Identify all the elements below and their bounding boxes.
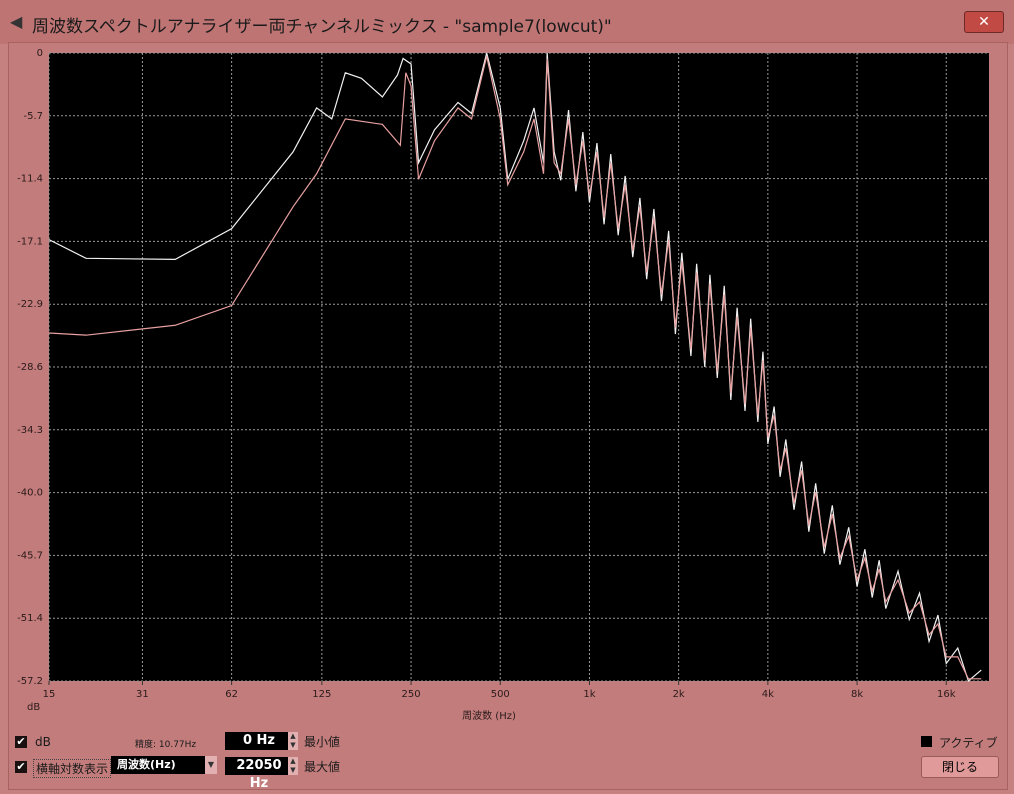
min-value-spinner[interactable]: ▲ ▼ <box>288 732 298 750</box>
x-tick-label: 16k <box>937 689 956 700</box>
db-checkbox-label: dB <box>35 735 51 749</box>
min-value-label: 最小値 <box>304 735 341 749</box>
window-client: 15 31 62 125 250 500 1k 2k 4k 8k 16k 0 -5.7 -11.4 -17.… <box>8 42 1008 791</box>
active-checkbox[interactable] <box>921 736 932 747</box>
x-tick-label: 250 <box>402 689 421 700</box>
min-value-input[interactable]: 0 Hz <box>225 732 293 750</box>
x-tick-label: 31 <box>136 689 149 700</box>
y-axis-label: dB <box>27 702 40 713</box>
x-tick-label: 1k <box>583 689 595 700</box>
db-checkbox[interactable]: ✔ <box>15 736 27 748</box>
max-value-input[interactable]: 22050 Hz <box>225 757 293 791</box>
y-tick-label: -5.7 <box>23 111 43 122</box>
x-tick-label: 125 <box>312 689 331 700</box>
x-tick-label: 62 <box>225 689 238 700</box>
close-window-button[interactable]: ✕ <box>964 11 1004 33</box>
x-tick-label: 500 <box>491 689 510 700</box>
app-icon: ◀ <box>10 12 23 31</box>
x-tick-label: 2k <box>673 689 685 700</box>
precision-label: 精度: 10.77Hz <box>135 740 197 750</box>
y-tick-label: -40.0 <box>17 488 43 499</box>
chevron-down-icon[interactable]: ▼ <box>205 756 217 774</box>
title-bar: ◀ 周波数スペクトルアナライザー両チャンネルミックス - "sample7(lo… <box>0 0 1014 44</box>
y-tick-label: 0 <box>37 48 43 59</box>
active-label: アクティブ <box>939 736 998 750</box>
window-title: 周波数スペクトルアナライザー両チャンネルミックス - "sample7(lowc… <box>32 17 612 37</box>
x-tick-label: 8k <box>851 689 863 700</box>
x-tick-label: 4k <box>762 689 774 700</box>
log-axis-checkbox[interactable]: ✔ <box>15 761 27 773</box>
x-tick-label: 15 <box>43 689 56 700</box>
max-value-spinner[interactable]: ▲ ▼ <box>288 757 298 775</box>
spectrum-chart: 15 31 62 125 250 500 1k 2k 4k 8k 16k 0 -5.7 -11.4 -17.… <box>17 48 989 722</box>
max-value-label: 最大値 <box>304 760 341 774</box>
close-button[interactable]: 閉じる <box>921 756 999 778</box>
axis-unit-value: 周波数(Hz) <box>117 758 176 771</box>
log-axis-label: 横軸対数表示 <box>33 759 112 778</box>
axis-unit-select[interactable]: 周波数(Hz) ▼ <box>111 756 217 774</box>
y-tick-label: -34.3 <box>17 425 43 436</box>
y-tick-label: -17.1 <box>17 236 43 247</box>
y-tick-label: -51.4 <box>17 613 43 624</box>
y-tick-label: -22.9 <box>17 299 43 310</box>
y-tick-label: -57.2 <box>17 676 43 687</box>
y-tick-label: -45.7 <box>17 550 43 561</box>
y-tick-label: -11.4 <box>17 174 43 185</box>
x-axis-label: 周波数 (Hz) <box>462 709 516 722</box>
y-tick-label: -28.6 <box>17 362 43 373</box>
